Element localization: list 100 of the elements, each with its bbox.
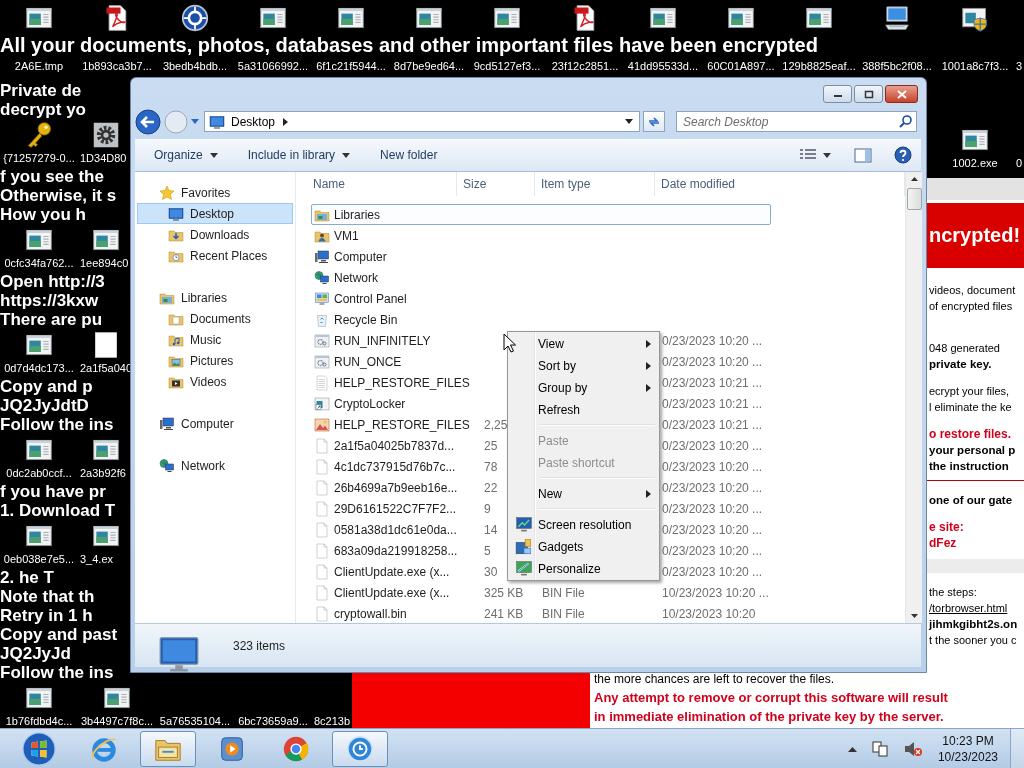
file-name[interactable]: 29D6161522C7F7F2...	[334, 501, 457, 516]
network-icon[interactable]	[870, 739, 889, 758]
icon-label[interactable]: 0d7d4dc173...	[4, 362, 74, 375]
maximize-button[interactable]	[854, 85, 883, 103]
file-name[interactable]: Control Panel	[334, 291, 407, 306]
chevron-icon[interactable]	[283, 117, 290, 126]
nav-item[interactable]: Network	[137, 455, 293, 476]
blank-page-icon[interactable]	[92, 331, 120, 359]
toolbar-button[interactable]: New folder	[371, 144, 447, 166]
file-name[interactable]: cryptowall.bin	[334, 606, 407, 621]
menu-item[interactable]: Sort by	[510, 355, 657, 377]
file-name[interactable]: 683a09da219918258...	[334, 543, 458, 558]
icon-label[interactable]: 2a3b92f6	[78, 467, 126, 480]
menu-item[interactable]: Group by	[510, 377, 657, 399]
file-name[interactable]: HELP_RESTORE_FILES	[334, 375, 470, 390]
icon-label[interactable]: 1b893ca3b7...	[82, 60, 152, 73]
clock-date[interactable]: 10/23/2023	[937, 748, 998, 765]
dropdown-caret-icon[interactable]	[625, 119, 633, 124]
icon-label[interactable]: 1b76fdbd4c...	[5, 715, 73, 728]
view-options-icon[interactable]	[800, 149, 816, 161]
icon-label[interactable]: 1002.exe	[952, 157, 998, 170]
file-name[interactable]: VM1	[334, 228, 359, 243]
menu-item[interactable]: New	[510, 483, 657, 505]
selected-row[interactable]: Libraries	[311, 204, 771, 225]
nav-item[interactable]: Recent Places	[137, 245, 293, 266]
icon-label[interactable]: 1ee894c0	[78, 257, 129, 270]
file-name[interactable]: Network	[334, 270, 378, 285]
icon-label[interactable]: 3b4497c7f8c...	[80, 715, 154, 728]
scroll-thumb[interactable]	[906, 188, 922, 210]
column-header[interactable]: Size	[457, 172, 535, 196]
nav-item[interactable]: Desktop	[137, 203, 293, 224]
toolbar-button[interactable]: Include in library	[238, 144, 360, 166]
nav-item[interactable]: Documents	[137, 308, 293, 329]
icon-label[interactable]: 5a31066992...	[237, 60, 309, 73]
menu-item[interactable]: Refresh	[510, 399, 657, 421]
icon-label[interactable]: 3bedb4bdb...	[162, 60, 228, 73]
icon-label[interactable]: 2a1f5a040	[78, 362, 132, 375]
menu-item[interactable]: Screen resolution	[510, 514, 657, 536]
nav-item[interactable]: Pictures	[137, 350, 293, 371]
clock-time[interactable]: 10:23 PM	[937, 732, 998, 749]
nav-item[interactable]: Videos	[137, 371, 293, 392]
icon-label[interactable]: 23f12c2851...	[551, 60, 619, 73]
icon-label[interactable]: 0	[1014, 157, 1023, 170]
round-dial-icon[interactable]	[181, 4, 209, 32]
file-name[interactable]: HELP_RESTORE_FILES	[334, 417, 470, 432]
muted-speaker-icon[interactable]	[902, 739, 923, 758]
file-name[interactable]: RUN_ONCE	[334, 354, 402, 369]
gear-icon[interactable]	[92, 121, 120, 149]
back-button[interactable]	[135, 108, 161, 135]
icon-label[interactable]: 0dc2ab0ccf...	[6, 467, 72, 480]
icon-label[interactable]: 0cfc34fa762...	[4, 257, 74, 270]
icon-label[interactable]: 9cd5127ef3...	[473, 60, 541, 73]
nav-item[interactable]: Downloads	[137, 224, 293, 245]
minimize-button[interactable]	[823, 85, 852, 103]
key-icon[interactable]	[25, 121, 53, 149]
icon-label[interactable]: 41dd95533d...	[627, 60, 699, 73]
icon-label[interactable]: {71257279-0...	[3, 152, 75, 165]
file-name[interactable]: 26b4699a7b9eeb16e...	[334, 480, 458, 495]
close-button[interactable]	[885, 85, 918, 103]
file-name[interactable]: 2a1f5a04025b7837d...	[334, 438, 455, 453]
icon-label[interactable]: 6f1c21f5944...	[316, 60, 386, 73]
menu-item[interactable]: Personalize	[510, 558, 657, 580]
nav-item[interactable]: Music	[137, 329, 293, 350]
taskbar-button[interactable]	[140, 730, 196, 767]
nav-item[interactable]: Computer	[137, 413, 293, 434]
history-caret-icon[interactable]	[191, 118, 199, 125]
icon-label[interactable]: 388f5bc2f08...	[862, 60, 932, 73]
search-icon[interactable]	[899, 115, 912, 128]
icon-label[interactable]: 129b8825eaf...	[782, 60, 856, 73]
column-header[interactable]: Name	[300, 172, 457, 196]
address-bar[interactable]: Desktop	[204, 111, 640, 132]
icon-label[interactable]: 5a76535104...	[159, 715, 231, 728]
scrollbar[interactable]	[905, 172, 922, 623]
nav-item[interactable]: Libraries	[137, 287, 293, 308]
icon-label[interactable]: 3_4.ex	[78, 553, 114, 566]
icon-label[interactable]: 6bc73659a9...	[238, 715, 308, 728]
menu-item[interactable]: Gadgets	[510, 536, 657, 558]
help-icon[interactable]	[894, 146, 912, 164]
file-name[interactable]: CryptoLocker	[334, 396, 406, 411]
icon-label[interactable]: 8d7be9ed64...	[393, 60, 465, 73]
icon-label[interactable]: 60C01A897...	[707, 60, 775, 73]
icon-label[interactable]: 1D34D80	[78, 152, 127, 165]
icon-label[interactable]: 0eb038e7e5...	[3, 553, 75, 566]
column-header[interactable]: Item type	[535, 172, 655, 196]
icon-label[interactable]: 3	[1014, 60, 1023, 73]
toolbar-button[interactable]: Organize	[145, 144, 227, 166]
taskbar-button[interactable]	[332, 730, 388, 767]
breadcrumb[interactable]: Desktop	[231, 114, 276, 129]
monitor-keyboard-icon[interactable]	[883, 4, 911, 32]
file-name[interactable]: RUN_INFINITELY	[334, 333, 431, 348]
link[interactable]: /torbrowser.html	[929, 600, 1008, 616]
file-name[interactable]: Recycle Bin	[334, 312, 398, 327]
icon-label[interactable]: 1001a8c7f3...	[941, 60, 1009, 73]
file-name[interactable]: ClientUpdate.exe (x...	[334, 585, 450, 600]
nav-item[interactable]: Favorites	[137, 182, 293, 203]
search-field[interactable]: Search Desktop	[676, 111, 917, 132]
icon-label[interactable]: 2A6E.tmp	[14, 60, 64, 73]
file-name[interactable]: 0581a38d1dc61e0da...	[334, 522, 457, 537]
icon-label[interactable]: 8c213b	[312, 715, 351, 728]
show-hidden-icons-icon[interactable]	[847, 745, 857, 752]
